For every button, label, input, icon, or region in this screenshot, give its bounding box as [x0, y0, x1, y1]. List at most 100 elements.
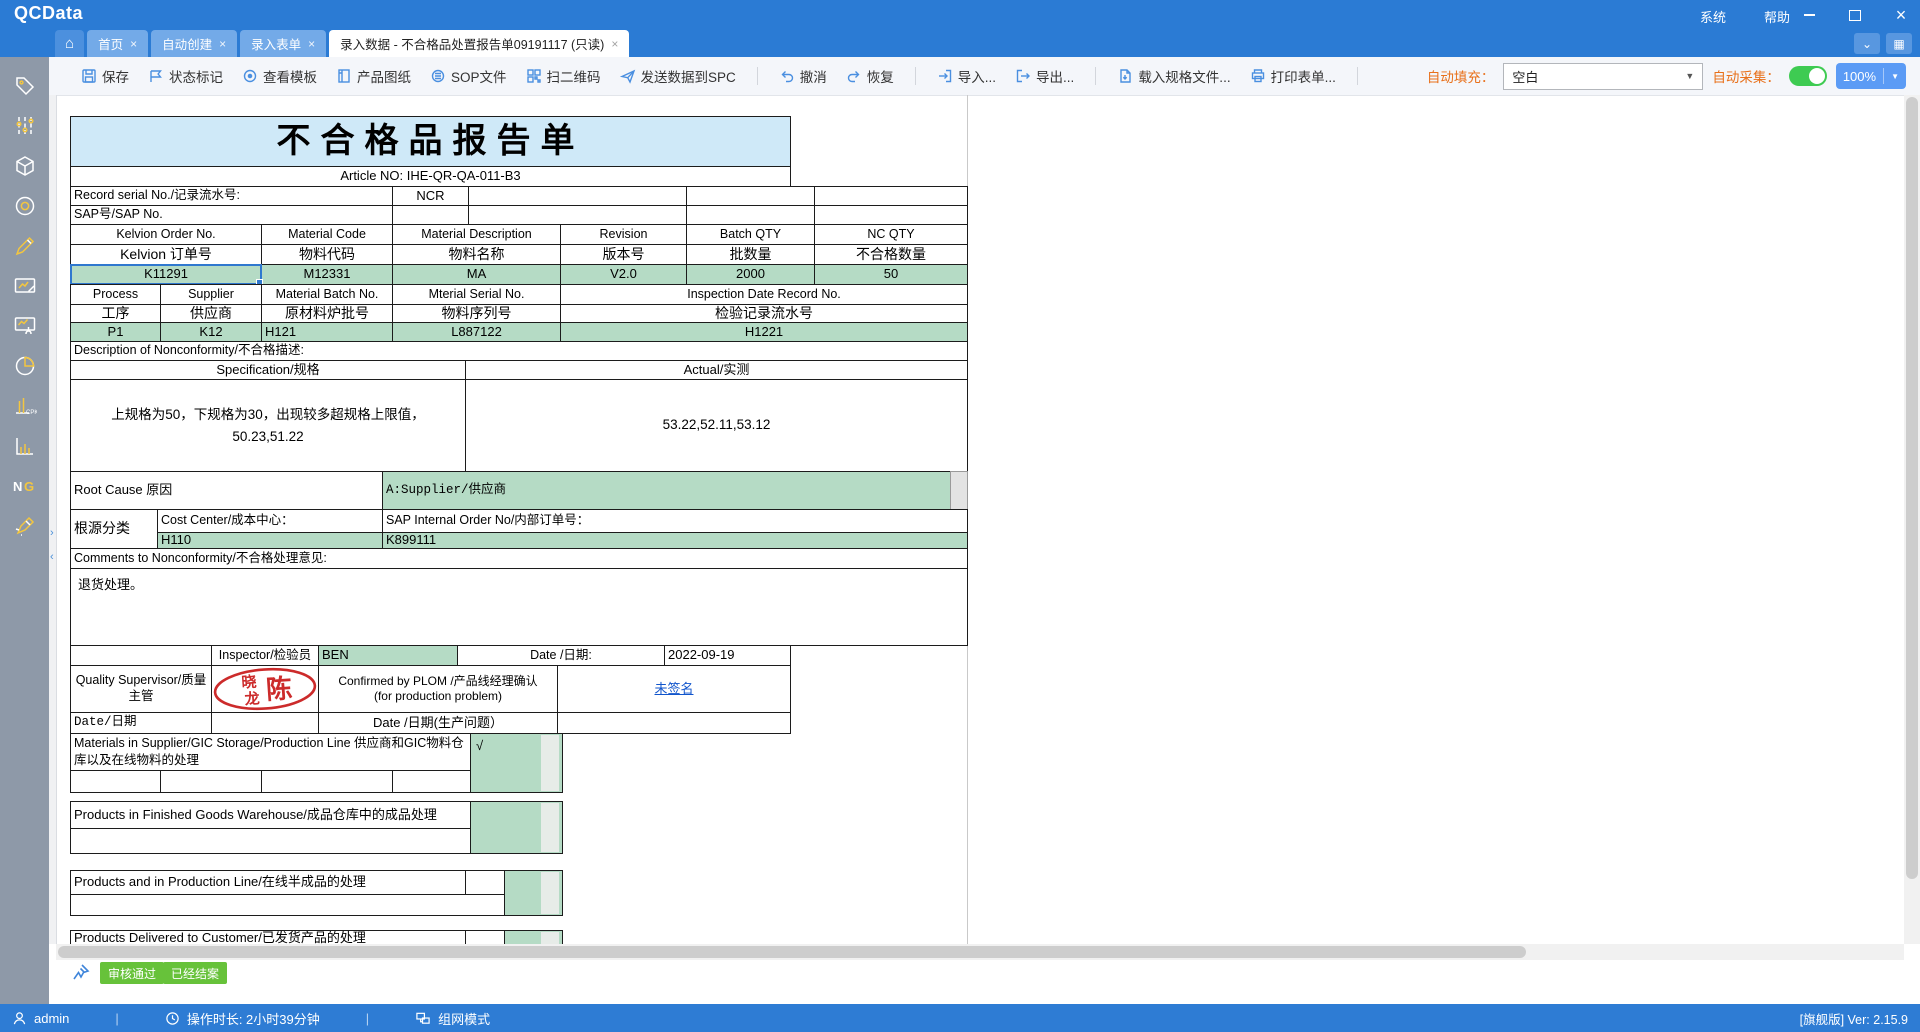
target-icon[interactable]	[12, 193, 38, 219]
panel-expand-arrow[interactable]: ›	[50, 528, 54, 538]
header-material-batch-en: Material Batch No.	[261, 284, 393, 305]
unsigned-link[interactable]: 未签名	[654, 681, 693, 697]
cell-process[interactable]: P1	[70, 322, 161, 342]
empty-cell[interactable]	[468, 205, 687, 225]
tab-label: 自动创建	[162, 34, 212, 53]
cell-nc-qty[interactable]: 50	[814, 264, 968, 285]
minimize-icon	[1804, 14, 1815, 16]
redo-button[interactable]: 恢复	[846, 66, 894, 86]
toggle-knob	[1809, 68, 1825, 84]
empty-cell[interactable]	[814, 205, 968, 225]
cube-icon[interactable]	[12, 153, 38, 179]
inspector-value-cell[interactable]: BEN	[318, 645, 458, 666]
root-cause-value-cell[interactable]: A:Supplier/供应商	[382, 471, 951, 510]
production-line-label: Products and in Production Line/在线半成品的处理	[70, 870, 466, 895]
tab-active-data-entry[interactable]: 录入数据 - 不合格品处置报告单09191117 (只读) ×	[329, 30, 629, 57]
empty-cell	[211, 712, 319, 734]
zoom-control[interactable]: 100% ▼	[1836, 63, 1906, 89]
histogram-icon[interactable]	[12, 433, 38, 459]
cell-material-code[interactable]: M12331	[261, 264, 393, 285]
tab-close-icon[interactable]: ×	[130, 37, 137, 51]
cell-supplier[interactable]: K12	[160, 322, 262, 342]
horizontal-scrollbar-thumb[interactable]	[58, 946, 1526, 958]
maximize-button[interactable]	[1844, 4, 1866, 26]
vertical-scrollbar[interactable]	[1904, 95, 1920, 944]
finished-goods-dropdown-strip[interactable]	[541, 803, 559, 852]
tab-entry-form[interactable]: 录入表单 ×	[240, 30, 326, 57]
empty-cell[interactable]	[686, 186, 815, 206]
menu-help[interactable]: 帮助	[1764, 7, 1790, 26]
empty-cell[interactable]	[686, 205, 815, 225]
view-template-icon	[242, 68, 258, 84]
cost-center-value-cell[interactable]: H110	[157, 532, 383, 549]
root-cause-dropdown-strip[interactable]	[950, 471, 968, 510]
cell-material-batch[interactable]: H121	[261, 322, 393, 342]
inspector-date-value[interactable]: 2022-09-19	[664, 645, 791, 666]
production-line-dropdown-strip[interactable]	[541, 872, 559, 914]
horizontal-scrollbar[interactable]	[56, 944, 1904, 960]
cell-batch-qty[interactable]: 2000	[686, 264, 815, 285]
statusbar-separator: |	[115, 1011, 118, 1026]
panel-collapse-strip	[49, 95, 57, 944]
actual-text-cell[interactable]: 53.22,52.11,53.12	[465, 379, 968, 472]
minimize-button[interactable]	[1798, 4, 1820, 26]
delivered-customer-dropdown-strip[interactable]	[541, 932, 559, 944]
cell-kelvion-order[interactable]: K11291	[70, 264, 262, 285]
load-spec-file-button[interactable]: 载入规格文件...	[1117, 66, 1230, 86]
sap-value-cell[interactable]	[392, 205, 469, 225]
tab-auto-create[interactable]: 自动创建 ×	[151, 30, 237, 57]
chart-edit-icon[interactable]	[12, 273, 38, 299]
scan-qr-button[interactable]: 扫二维码	[526, 66, 601, 86]
tab-close-icon[interactable]: ×	[219, 37, 226, 51]
sap-order-value-cell[interactable]: K899111	[382, 532, 968, 549]
tab-close-icon[interactable]: ×	[308, 37, 315, 51]
sliders-icon[interactable]	[12, 113, 38, 139]
materials-dropdown-strip[interactable]	[541, 735, 559, 791]
autofill-dropdown[interactable]: 空白 ▼	[1503, 63, 1703, 90]
cell-inspection-record[interactable]: H1221	[560, 322, 968, 342]
empty-cell	[70, 770, 161, 793]
send-to-spc-button[interactable]: 发送数据到SPC	[620, 66, 736, 86]
chart-gesture-icon[interactable]	[12, 313, 38, 339]
view-template-button[interactable]: 查看模板	[242, 66, 317, 86]
header-process-cn: 工序	[70, 304, 161, 323]
ng-icon[interactable]: NG	[12, 473, 38, 499]
comments-text-cell[interactable]: 退货处理。	[70, 568, 968, 646]
tag-icon[interactable]	[12, 73, 38, 99]
undo-button[interactable]: 撤消	[779, 66, 827, 86]
svg-text:G: G	[24, 479, 34, 494]
panel-collapse-arrow[interactable]: ‹	[50, 552, 54, 562]
tab-list-button[interactable]: ⌄	[1854, 33, 1880, 54]
rocket-pen-icon[interactable]	[12, 513, 38, 539]
save-button[interactable]: 保存	[81, 66, 129, 86]
status-bar: admin | 操作时长: 2小时39分钟 | 组网模式 [旗舰版] Ver: …	[0, 1004, 1920, 1032]
tab-shouye[interactable]: 首页 ×	[87, 30, 148, 57]
product-drawing-button[interactable]: 产品图纸	[336, 66, 411, 86]
pencil-icon[interactable]	[12, 233, 38, 259]
redo-icon	[846, 68, 862, 84]
cell-revision[interactable]: V2.0	[560, 264, 687, 285]
sop-file-button[interactable]: SOP文件	[430, 66, 507, 86]
cell-material-desc[interactable]: MA	[392, 264, 561, 285]
tab-grid-button[interactable]: ▦	[1886, 33, 1912, 54]
empty-cell[interactable]	[814, 186, 968, 206]
close-button[interactable]: ×	[1890, 4, 1912, 26]
autocollect-toggle[interactable]	[1789, 66, 1827, 86]
print-form-button[interactable]: 打印表单...	[1250, 66, 1336, 86]
import-button[interactable]: 导入...	[937, 66, 996, 86]
ncr-value-cell[interactable]	[468, 186, 687, 206]
vertical-scrollbar-thumb[interactable]	[1906, 97, 1918, 879]
pin-icon[interactable]	[70, 963, 90, 983]
import-icon	[937, 68, 953, 84]
cpk-chart-icon[interactable]: CPK	[12, 393, 38, 419]
tab-close-icon[interactable]: ×	[611, 37, 618, 51]
export-button[interactable]: 导出...	[1015, 66, 1074, 86]
status-mark-button[interactable]: 状态标记	[148, 66, 223, 86]
tab-home[interactable]: ⌂	[55, 30, 84, 57]
menu-system[interactable]: 系统	[1700, 7, 1726, 26]
spec-text-cell[interactable]: 上规格为50，下规格为30，出现较多超规格上限值，50.23,51.22	[70, 379, 466, 472]
pie-chart-icon[interactable]	[12, 353, 38, 379]
tab-bar: ⌂ 首页 × 自动创建 × 录入表单 × 录入数据 - 不合格品处置报告单091…	[0, 30, 1920, 57]
plom-sign-cell[interactable]: 未签名	[557, 665, 791, 713]
cell-material-serial[interactable]: L887122	[392, 322, 561, 342]
